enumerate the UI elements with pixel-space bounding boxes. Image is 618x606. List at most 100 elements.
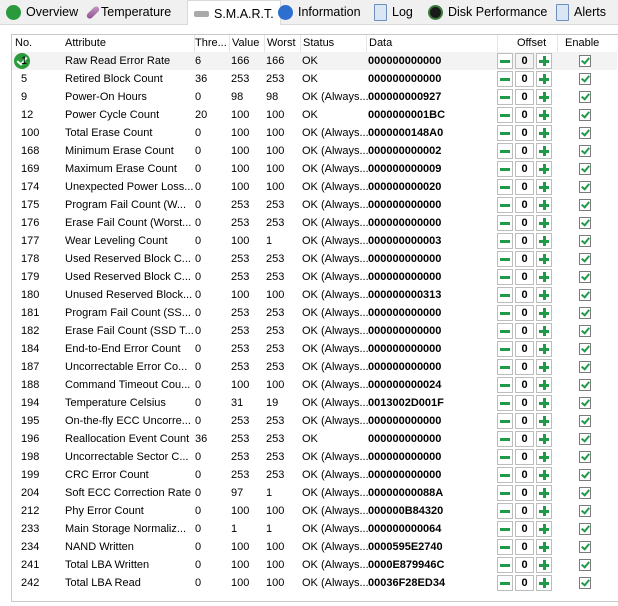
minus-icon[interactable] xyxy=(497,485,513,501)
enable-checkbox[interactable] xyxy=(579,451,591,463)
column-worst[interactable]: Worst xyxy=(267,37,296,49)
tab-alerts[interactable]: Alerts xyxy=(556,1,606,23)
plus-icon[interactable] xyxy=(536,269,552,285)
table-row[interactable]: 198 Uncorrectable Sector C... 0 253 253 OK (A… xyxy=(12,448,617,466)
plus-icon[interactable] xyxy=(536,197,552,213)
offset-value[interactable]: 0 xyxy=(515,341,534,357)
minus-icon[interactable] xyxy=(497,53,513,69)
enable-checkbox[interactable] xyxy=(579,577,591,589)
offset-value[interactable]: 0 xyxy=(515,161,534,177)
column-value[interactable]: Value xyxy=(232,37,259,49)
offset-value[interactable]: 0 xyxy=(515,521,534,537)
enable-checkbox[interactable] xyxy=(579,487,591,499)
offset-value[interactable]: 0 xyxy=(515,413,534,429)
offset-value[interactable]: 0 xyxy=(515,287,534,303)
table-row[interactable]: 233 Main Storage Normaliz... 0 1 1 OK (Always… xyxy=(12,520,617,538)
plus-icon[interactable] xyxy=(536,521,552,537)
enable-checkbox[interactable] xyxy=(579,379,591,391)
minus-icon[interactable] xyxy=(497,539,513,555)
plus-icon[interactable] xyxy=(536,503,552,519)
enable-checkbox[interactable] xyxy=(579,271,591,283)
minus-icon[interactable] xyxy=(497,287,513,303)
enable-checkbox[interactable] xyxy=(579,469,591,481)
enable-checkbox[interactable] xyxy=(579,559,591,571)
table-row[interactable]: 184 End-to-End Error Count 0 253 253 OK (Alwa… xyxy=(12,340,617,358)
minus-icon[interactable] xyxy=(497,359,513,375)
plus-icon[interactable] xyxy=(536,341,552,357)
table-row[interactable]: 12 Power Cycle Count 20 100 100 OK 0000000001B… xyxy=(12,106,617,124)
offset-value[interactable]: 0 xyxy=(515,197,534,213)
plus-icon[interactable] xyxy=(536,485,552,501)
enable-checkbox[interactable] xyxy=(579,163,591,175)
enable-checkbox[interactable] xyxy=(579,181,591,193)
enable-checkbox[interactable] xyxy=(579,289,591,301)
minus-icon[interactable] xyxy=(497,413,513,429)
offset-value[interactable]: 0 xyxy=(515,467,534,483)
table-row[interactable]: 179 Used Reserved Block C... 0 253 253 OK (Al… xyxy=(12,268,617,286)
minus-icon[interactable] xyxy=(497,467,513,483)
tab-smart[interactable]: S.M.A.R.T. xyxy=(187,0,281,26)
column-enable[interactable]: Enable xyxy=(565,37,599,49)
enable-checkbox[interactable] xyxy=(579,505,591,517)
minus-icon[interactable] xyxy=(497,233,513,249)
minus-icon[interactable] xyxy=(497,305,513,321)
plus-icon[interactable] xyxy=(536,107,552,123)
enable-checkbox[interactable] xyxy=(579,109,591,121)
enable-checkbox[interactable] xyxy=(579,55,591,67)
plus-icon[interactable] xyxy=(536,179,552,195)
table-row[interactable]: 169 Maximum Erase Count 0 100 100 OK (Always.… xyxy=(12,160,617,178)
column-threshold[interactable]: Thre... xyxy=(195,37,227,49)
enable-checkbox[interactable] xyxy=(579,217,591,229)
plus-icon[interactable] xyxy=(536,233,552,249)
column-data[interactable]: Data xyxy=(369,37,392,49)
enable-checkbox[interactable] xyxy=(579,343,591,355)
tab-temperature[interactable]: Temperature xyxy=(85,1,171,23)
minus-icon[interactable] xyxy=(497,449,513,465)
plus-icon[interactable] xyxy=(536,377,552,393)
table-row[interactable]: 242 Total LBA Read 0 100 100 OK (Always... 000… xyxy=(12,574,617,592)
plus-icon[interactable] xyxy=(536,71,552,87)
offset-value[interactable]: 0 xyxy=(515,503,534,519)
table-row[interactable]: 196 Reallocation Event Count 36 253 253 OK 000… xyxy=(12,430,617,448)
table-row[interactable]: 180 Unused Reserved Block... 0 100 100 OK (Al… xyxy=(12,286,617,304)
offset-value[interactable]: 0 xyxy=(515,359,534,375)
minus-icon[interactable] xyxy=(497,179,513,195)
enable-checkbox[interactable] xyxy=(579,253,591,265)
table-row[interactable]: 177 Wear Leveling Count 0 100 1 OK (Always...… xyxy=(12,232,617,250)
table-row[interactable]: 188 Command Timeout Cou... 0 100 100 OK (Alwa… xyxy=(12,376,617,394)
tab-log[interactable]: Log xyxy=(374,1,413,23)
minus-icon[interactable] xyxy=(497,377,513,393)
tab-information[interactable]: Information xyxy=(278,1,361,23)
enable-checkbox[interactable] xyxy=(579,397,591,409)
enable-checkbox[interactable] xyxy=(579,145,591,157)
table-row[interactable]: 9 Power-On Hours 0 98 98 OK (Always... 0000000… xyxy=(12,88,617,106)
minus-icon[interactable] xyxy=(497,575,513,591)
table-row[interactable]: 100 Total Erase Count 0 100 100 OK (Always...… xyxy=(12,124,617,142)
plus-icon[interactable] xyxy=(536,449,552,465)
table-row[interactable]: 176 Erase Fail Count (Worst... 0 253 253 OK (… xyxy=(12,214,617,232)
plus-icon[interactable] xyxy=(536,557,552,573)
enable-checkbox[interactable] xyxy=(579,91,591,103)
plus-icon[interactable] xyxy=(536,161,552,177)
offset-value[interactable]: 0 xyxy=(515,251,534,267)
offset-value[interactable]: 0 xyxy=(515,71,534,87)
enable-checkbox[interactable] xyxy=(579,127,591,139)
enable-checkbox[interactable] xyxy=(579,415,591,427)
minus-icon[interactable] xyxy=(497,71,513,87)
offset-value[interactable]: 0 xyxy=(515,215,534,231)
offset-value[interactable]: 0 xyxy=(515,269,534,285)
plus-icon[interactable] xyxy=(536,539,552,555)
offset-value[interactable]: 0 xyxy=(515,305,534,321)
offset-value[interactable]: 0 xyxy=(515,89,534,105)
minus-icon[interactable] xyxy=(497,521,513,537)
table-row[interactable]: 181 Program Fail Count (SS... 0 253 253 OK (A… xyxy=(12,304,617,322)
table-row[interactable]: 5 Retired Block Count 36 253 253 OK 0000000000… xyxy=(12,70,617,88)
table-row[interactable]: 241 Total LBA Written 0 100 100 OK (Always...… xyxy=(12,556,617,574)
enable-checkbox[interactable] xyxy=(579,73,591,85)
plus-icon[interactable] xyxy=(536,413,552,429)
enable-checkbox[interactable] xyxy=(579,235,591,247)
offset-value[interactable]: 0 xyxy=(515,143,534,159)
table-row[interactable]: 195 On-the-fly ECC Uncorre... 0 253 253 OK (A… xyxy=(12,412,617,430)
table-row[interactable]: 182 Erase Fail Count (SSD T... 0 253 253 OK (… xyxy=(12,322,617,340)
table-row[interactable]: 178 Used Reserved Block C... 0 253 253 OK (Al… xyxy=(12,250,617,268)
